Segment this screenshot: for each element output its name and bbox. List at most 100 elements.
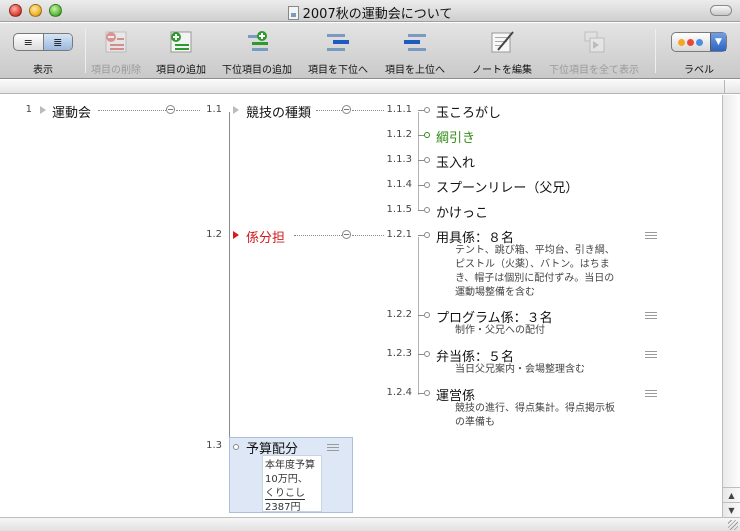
bullet-icon[interactable] [424,312,430,318]
outline-canvas [0,95,722,517]
role-note: ピストル（火薬）、バトン。はちま [455,259,610,270]
resize-grip-icon[interactable] [728,520,738,530]
add-item-button[interactable]: 項目の追加 [148,23,214,79]
delete-item-button[interactable]: 項目の削除 [86,23,146,79]
connector-line [316,110,342,111]
note-line: 本年度予算 [265,460,315,471]
outline-number: 1.3 [206,440,222,451]
scroll-down-arrow-icon[interactable]: ▼ [723,502,740,517]
outline-number: 1.1.5 [386,204,412,215]
connector-line [418,112,419,210]
bullet-icon[interactable] [424,107,430,113]
scroll-up-arrow-icon[interactable]: ▲ [723,487,740,502]
outline-number: 1.1 [206,104,222,115]
role-note: テント、跳び箱、平均台、引き綱、 [455,245,615,256]
delete-item-label: 項目の削除 [91,65,141,76]
outline-node-game[interactable]: 玉ころがし [436,102,501,121]
collapse-icon[interactable] [342,230,351,239]
show-all-children-icon [584,31,605,53]
outline-number: 1.1.4 [386,179,412,190]
window-title: 2007秋の運動会について [302,7,453,22]
outline-number: 1.2.1 [386,229,412,240]
bullet-icon[interactable] [424,157,430,163]
outline-number: 1 [25,104,32,115]
outline-node-game[interactable]: かけっこ [436,202,488,221]
collapse-icon[interactable] [166,105,175,114]
view-mode-segmented[interactable]: ≡ ≣ [13,33,73,51]
note-icon[interactable] [645,312,657,321]
role-note: 当日父兄案内・会場整理含む [455,364,585,375]
horizontal-scrollbar[interactable] [0,517,740,531]
promote-item-icon [404,34,426,51]
disclosure-triangle-icon[interactable] [233,231,239,239]
outline-node-game[interactable]: 綱引き [436,127,475,146]
connector-line [418,237,419,395]
bullet-icon[interactable] [424,182,430,188]
toolbar-separator [655,29,656,73]
role-note: 競技の進行、得点集計。得点掲示板 [455,403,615,414]
note-icon[interactable] [645,390,657,399]
connector-line [294,235,342,236]
connector-line [98,110,166,111]
view-mode-control[interactable]: ≡ ≣ 表示 [2,23,84,79]
edit-note-label: ノートを編集 [472,65,532,76]
collapse-icon[interactable] [342,105,351,114]
outline-number: 1.1.1 [386,104,412,115]
add-child-item-button[interactable]: 下位項目の追加 [216,23,298,79]
promote-item-button[interactable]: 項目を上位へ [378,23,452,79]
delete-item-icon [105,31,127,53]
demote-item-icon [327,34,349,51]
column-header-strip [0,80,740,94]
bullet-icon[interactable] [233,444,239,450]
note-line: 2387円 [265,502,301,513]
role-note: の準備も [455,417,495,428]
note-line: 10万円、 [265,474,308,485]
outline-number: 1.2 [206,229,222,240]
outline-number: 1.2.3 [386,348,412,359]
edit-note-icon [491,31,514,53]
chevron-down-icon: ▼ [710,33,726,51]
outline-view-icon[interactable]: ≣ [42,34,72,50]
role-note: 運動場整備を含む [455,287,535,298]
role-note: き、帽子は個別に配付ずみ。当日の [455,273,615,284]
outline-number: 1.1.2 [386,129,412,140]
add-child-item-label: 下位項目の追加 [222,65,292,76]
disclosure-triangle-icon[interactable] [40,106,46,114]
role-note: 制作・父兄への配付 [455,325,545,336]
view-label: 表示 [33,65,53,76]
promote-item-label: 項目を上位へ [385,65,445,76]
bullet-icon[interactable] [424,207,430,213]
label-label: ラベル [684,65,714,76]
demote-item-label: 項目を下位へ [308,65,368,76]
show-all-children-label: 下位項目を全て表示 [549,65,639,76]
bullet-icon[interactable] [424,232,430,238]
outline-node-root[interactable]: 運動会 [52,102,91,121]
outline-node-game[interactable]: 玉入れ [436,152,475,171]
note-icon[interactable] [327,444,339,453]
note-icon[interactable] [645,351,657,360]
outline-node-games[interactable]: 競技の種類 [246,102,311,121]
edit-note-button[interactable]: ノートを編集 [464,23,540,79]
label-popup-button[interactable]: ▼ [671,32,727,52]
disclosure-triangle-icon[interactable] [233,106,239,114]
list-view-icon[interactable]: ≡ [14,34,43,50]
demote-item-button[interactable]: 項目を下位へ [300,23,376,79]
toolbar-toggle-button[interactable] [710,5,732,16]
add-item-icon [170,31,192,53]
label-control[interactable]: ▼ ラベル [662,23,736,79]
window-title-area: 2007秋の運動会について [0,3,740,22]
bullet-icon[interactable] [424,132,430,138]
outline-node-roles[interactable]: 係分担 [246,227,285,246]
title-bar: 2007秋の運動会について [0,0,740,22]
outline-number: 1.1.3 [386,154,412,165]
connector-line [229,112,230,446]
outline-node-game[interactable]: スプーンリレー（父兄） [436,177,578,196]
vertical-scrollbar[interactable]: ▲ ▼ [722,95,740,517]
outline-number: 1.2.4 [386,387,412,398]
bullet-icon[interactable] [424,390,430,396]
show-all-children-button[interactable]: 下位項目を全て表示 [544,23,644,79]
corner-button [724,80,740,94]
add-item-label: 項目の追加 [156,65,206,76]
bullet-icon[interactable] [424,351,430,357]
note-icon[interactable] [645,232,657,241]
